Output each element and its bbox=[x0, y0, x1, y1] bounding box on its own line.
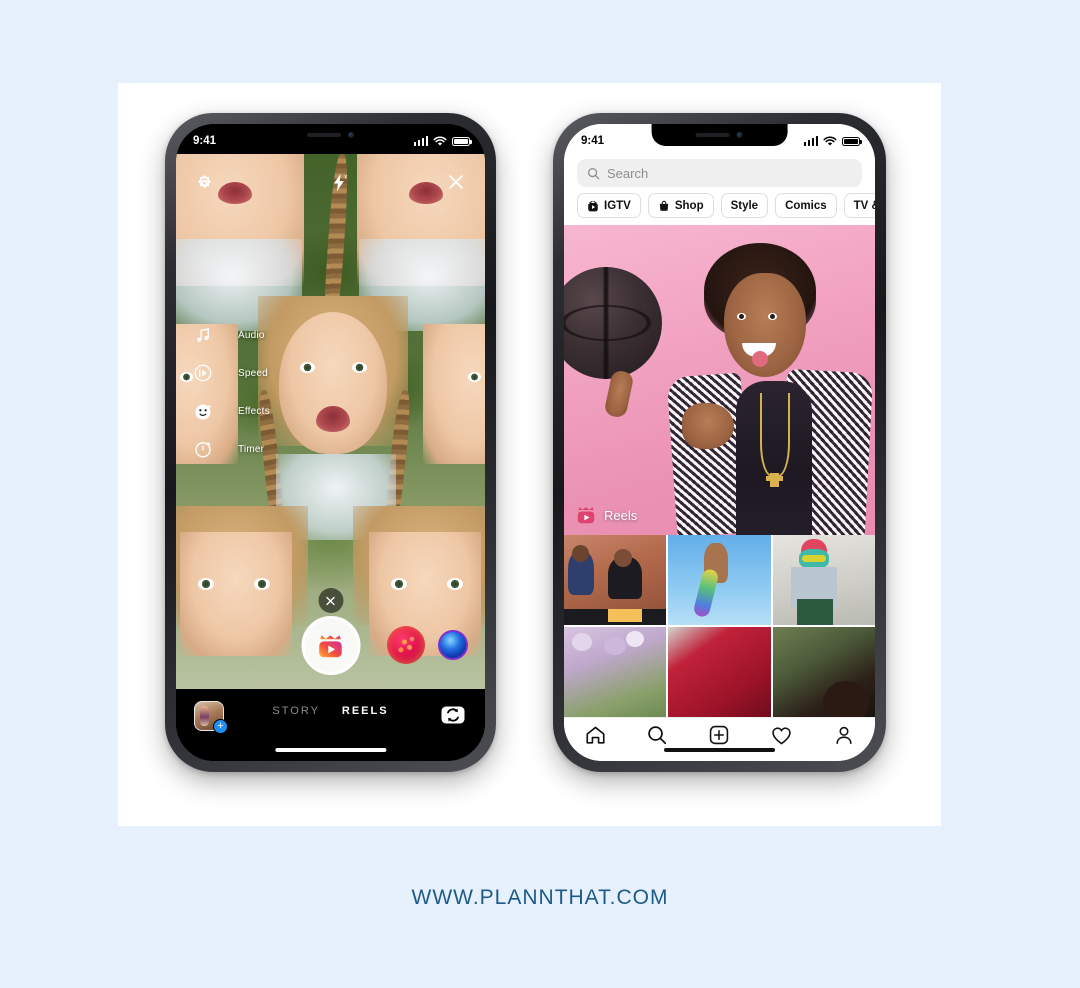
reels-clapperboard-icon bbox=[577, 507, 595, 524]
signal-bars-icon bbox=[803, 136, 818, 146]
phone-screen-left: 9:41 x Audio Speed Effects Timer + STORY… bbox=[176, 124, 485, 761]
tool-speed[interactable]: Speed bbox=[190, 354, 270, 392]
nav-search-icon[interactable] bbox=[644, 722, 670, 748]
settings-gear-icon[interactable] bbox=[195, 173, 214, 192]
effects-icon bbox=[190, 398, 216, 424]
nav-activity-icon[interactable] bbox=[769, 722, 795, 748]
shop-bag-icon bbox=[659, 200, 669, 211]
search-container: Search bbox=[564, 154, 875, 193]
front-camera bbox=[736, 132, 743, 138]
tool-audio-label: Audio bbox=[238, 329, 265, 341]
reels-shutter-button[interactable] bbox=[301, 616, 360, 675]
notch bbox=[262, 124, 399, 146]
chip-comics-label: Comics bbox=[785, 199, 827, 212]
grid-cell-portrait-dark[interactable] bbox=[772, 627, 875, 717]
close-icon[interactable] bbox=[446, 172, 466, 192]
battery-icon bbox=[452, 136, 472, 146]
chip-igtv[interactable]: IGTV bbox=[577, 193, 641, 218]
reels-clapperboard-icon bbox=[319, 634, 342, 657]
home-indicator-right bbox=[663, 747, 776, 752]
igtv-icon bbox=[588, 200, 598, 211]
mode-tab-story[interactable]: STORY bbox=[272, 705, 320, 717]
phone-mockup-right: Search IGTV Shop Style Comics TV Reels 9… bbox=[553, 113, 886, 772]
wifi-icon bbox=[433, 136, 447, 146]
reels-badge: Reels bbox=[575, 504, 637, 526]
phone-mockup-left: 9:41 x Audio Speed Effects Timer + STORY… bbox=[165, 113, 496, 772]
camera-top-controls: x bbox=[176, 167, 485, 197]
camera-viewport: x Audio Speed Effects Timer bbox=[176, 154, 485, 689]
grid-cell-craft-couple[interactable] bbox=[564, 535, 667, 625]
category-chips: IGTV Shop Style Comics TV bbox=[564, 193, 875, 225]
tool-effects-label: Effects bbox=[238, 405, 270, 417]
signal-bars-icon bbox=[413, 136, 428, 146]
chip-igtv-label: IGTV bbox=[604, 199, 631, 212]
speed-icon bbox=[190, 360, 216, 386]
chip-tv-movies-label: TV & Movies bbox=[853, 199, 875, 212]
add-badge[interactable]: + bbox=[213, 719, 228, 734]
grid-cell-red-fabric[interactable] bbox=[668, 627, 771, 717]
mode-tab-reels[interactable]: REELS bbox=[342, 705, 389, 717]
tool-speed-label: Speed bbox=[238, 367, 268, 379]
earpiece-speaker bbox=[306, 133, 341, 137]
search-icon bbox=[587, 167, 600, 179]
chip-comics[interactable]: Comics bbox=[775, 193, 837, 218]
tool-audio[interactable]: Audio bbox=[190, 316, 270, 354]
svg-text:x: x bbox=[344, 173, 347, 180]
chip-style-label: Style bbox=[730, 199, 759, 212]
grid-cell-street-style[interactable] bbox=[772, 535, 875, 625]
chip-shop-label: Shop bbox=[674, 199, 704, 212]
search-input[interactable]: Search bbox=[577, 159, 862, 187]
grid-cell-floral[interactable] bbox=[564, 627, 667, 717]
status-time: 9:41 bbox=[581, 135, 605, 147]
cancel-icon[interactable] bbox=[318, 588, 343, 613]
front-camera bbox=[347, 132, 354, 138]
nav-add-icon[interactable] bbox=[706, 722, 732, 748]
flip-camera-icon[interactable] bbox=[439, 701, 467, 729]
status-time: 9:41 bbox=[193, 135, 217, 147]
effect-bubble-blue[interactable] bbox=[438, 630, 468, 660]
chip-style[interactable]: Style bbox=[720, 193, 769, 218]
camera-overlay: x Audio Speed Effects Timer bbox=[176, 154, 485, 689]
gallery-thumbnail[interactable]: + bbox=[194, 701, 228, 734]
flash-off-icon[interactable]: x bbox=[329, 172, 350, 193]
phone-screen-right: Search IGTV Shop Style Comics TV Reels 9… bbox=[564, 124, 875, 761]
home-indicator-left bbox=[274, 747, 387, 752]
tool-timer-label: Timer bbox=[238, 443, 265, 455]
explore-screen: Search IGTV Shop Style Comics TV Reels bbox=[564, 124, 875, 761]
timer-icon bbox=[190, 436, 216, 462]
audio-icon bbox=[190, 322, 216, 348]
grid-cell-beaded-hand[interactable] bbox=[668, 535, 771, 625]
battery-icon bbox=[842, 136, 862, 146]
earpiece-speaker bbox=[695, 133, 730, 137]
tool-effects[interactable]: Effects bbox=[190, 392, 270, 430]
wifi-icon bbox=[823, 136, 837, 146]
camera-tool-rail: Audio Speed Effects Timer bbox=[190, 316, 270, 468]
screenshot-root: 9:41 x Audio Speed Effects Timer + STORY… bbox=[0, 0, 1080, 988]
capture-mode-tabs: STORY REELS bbox=[272, 705, 388, 717]
effect-bubble-sparkle[interactable] bbox=[387, 626, 425, 664]
chip-tv-movies[interactable]: TV & Movies bbox=[843, 193, 875, 218]
instagram-bottom-nav bbox=[564, 717, 875, 761]
search-placeholder: Search bbox=[607, 165, 649, 181]
notch bbox=[651, 124, 788, 146]
nav-home-icon[interactable] bbox=[582, 722, 608, 748]
nav-profile-icon[interactable] bbox=[831, 722, 857, 748]
explore-grid bbox=[564, 535, 875, 717]
footer-url[interactable]: WWW.PLANNTHAT.COM bbox=[0, 886, 1080, 910]
chip-shop[interactable]: Shop bbox=[647, 193, 714, 218]
reels-badge-label: Reels bbox=[604, 507, 638, 523]
tool-timer[interactable]: Timer bbox=[190, 430, 270, 468]
reels-featured-post[interactable]: Reels bbox=[564, 225, 875, 535]
